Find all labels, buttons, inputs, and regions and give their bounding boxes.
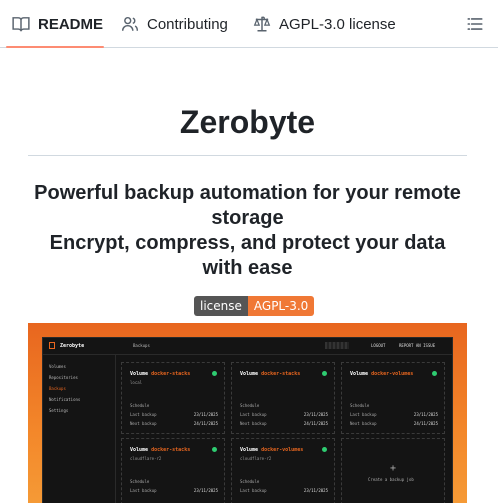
status-dot bbox=[432, 371, 437, 376]
title-divider bbox=[28, 155, 467, 156]
backup-card[interactable]: Volume docker-stacks cloudflare-r2 Sched… bbox=[121, 438, 225, 503]
schedule-row: Schedule bbox=[240, 403, 260, 408]
tab-contributing-label: Contributing bbox=[147, 15, 228, 33]
app-screenshot: Zerobyte Backups LOGOUT REPORT AN ISSUE … bbox=[28, 323, 467, 503]
card-title: Volume docker-stacks bbox=[240, 371, 301, 377]
badge-value: AGPL-3.0 bbox=[247, 296, 315, 316]
subtitle-line-2: storage bbox=[211, 207, 284, 229]
create-backup-label: Create a backup job bbox=[368, 477, 414, 482]
card-title: Volume docker-stacks bbox=[130, 447, 191, 453]
card-subtitle: cloudflare-r2 bbox=[240, 456, 272, 461]
backup-card[interactable]: Volume docker-stacks local Schedule Last… bbox=[121, 362, 225, 434]
active-tab-indicator bbox=[6, 46, 104, 48]
tab-contributing[interactable]: Contributing bbox=[121, 0, 228, 48]
redacted-block bbox=[325, 342, 349, 349]
tab-license[interactable]: AGPL-3.0 license bbox=[253, 0, 396, 48]
plus-icon: + bbox=[390, 463, 397, 474]
sidebar-item-notifications[interactable]: Notifications bbox=[49, 397, 80, 402]
logout-button[interactable]: LOGOUT bbox=[371, 343, 385, 348]
card-title: Volume docker-volumes bbox=[350, 371, 414, 377]
schedule-row: Schedule bbox=[350, 403, 370, 408]
tab-readme-label: README bbox=[38, 15, 104, 33]
last-backup-row: Last backup 23/11/2025 bbox=[130, 412, 218, 417]
badge-label: license bbox=[194, 296, 248, 316]
backup-card[interactable]: Volume docker-stacks Schedule Last backu… bbox=[231, 362, 335, 434]
status-dot bbox=[212, 447, 217, 452]
tab-bar: README Contributing AGPL-3.0 license bbox=[0, 0, 498, 48]
last-backup-row: Last backup 23/11/2025 bbox=[350, 412, 438, 417]
last-backup-row: Last backup 23/11/2025 bbox=[130, 488, 218, 493]
last-backup-row: Last backup 23/11/2025 bbox=[240, 412, 328, 417]
card-title: Volume docker-stacks bbox=[130, 371, 191, 377]
sidebar-item-repositories[interactable]: Repositories bbox=[49, 375, 78, 380]
last-backup-row: Last backup 23/11/2025 bbox=[240, 488, 328, 493]
subtitle-line-3: Encrypt, compress, and protect your data bbox=[49, 232, 446, 254]
app-sidebar: Volumes Repositories Backups Notificatio… bbox=[43, 354, 116, 503]
app-header: Zerobyte Backups LOGOUT REPORT AN ISSUE bbox=[43, 338, 452, 355]
sidebar-item-backups[interactable]: Backups bbox=[49, 386, 66, 391]
law-icon bbox=[253, 15, 271, 33]
backup-card[interactable]: Volume docker-volumes cloudflare-r2 Sche… bbox=[231, 438, 335, 503]
people-icon bbox=[121, 15, 139, 33]
report-issue-button[interactable]: REPORT AN ISSUE bbox=[399, 343, 435, 348]
next-backup-row: Next backup 24/11/2025 bbox=[240, 421, 328, 426]
subtitle-line-1: Powerful backup automation for your remo… bbox=[34, 182, 461, 204]
backup-card[interactable]: Volume docker-volumes Schedule Last back… bbox=[341, 362, 445, 434]
card-subtitle: cloudflare-r2 bbox=[130, 456, 162, 461]
card-title: Volume docker-volumes bbox=[240, 447, 304, 453]
status-dot bbox=[212, 371, 217, 376]
schedule-row: Schedule bbox=[240, 479, 260, 484]
sidebar-item-settings[interactable]: Settings bbox=[49, 408, 68, 413]
card-subtitle: local bbox=[130, 380, 143, 385]
status-dot bbox=[322, 447, 327, 452]
list-icon[interactable] bbox=[466, 15, 484, 33]
next-backup-row: Next backup 24/11/2025 bbox=[130, 421, 218, 426]
logo-icon bbox=[49, 342, 55, 349]
status-dot bbox=[322, 371, 327, 376]
next-backup-row: Next backup 24/11/2025 bbox=[350, 421, 438, 426]
schedule-row: Schedule bbox=[130, 479, 150, 484]
tab-license-label: AGPL-3.0 license bbox=[279, 15, 396, 33]
book-icon bbox=[12, 15, 30, 33]
tab-readme[interactable]: README bbox=[12, 0, 103, 48]
page-title: Zerobyte bbox=[179, 104, 316, 140]
schedule-row: Schedule bbox=[130, 403, 150, 408]
create-backup-card[interactable]: + Create a backup job bbox=[341, 438, 445, 503]
breadcrumb: Backups bbox=[133, 343, 150, 348]
app-name: Zerobyte bbox=[60, 343, 85, 349]
app-window: Zerobyte Backups LOGOUT REPORT AN ISSUE … bbox=[42, 337, 453, 503]
subtitle-line-4: with ease bbox=[202, 257, 293, 279]
sidebar-item-volumes[interactable]: Volumes bbox=[49, 364, 66, 369]
license-badge[interactable]: license AGPL-3.0 bbox=[194, 296, 315, 316]
